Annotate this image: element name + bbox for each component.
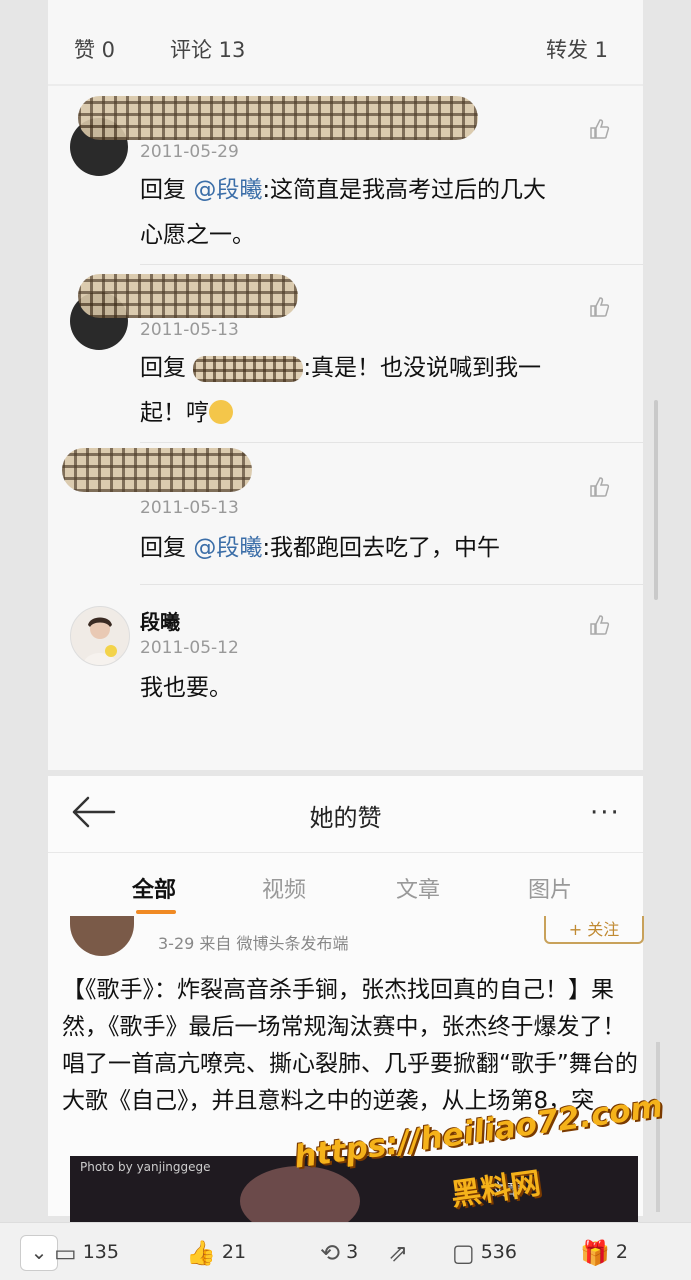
thumbs-up-icon: 👍: [186, 1239, 216, 1267]
image-credit: Photo by yanjinggege: [80, 1160, 211, 1174]
emoji-icon: [209, 400, 233, 424]
more-options-icon[interactable]: ···: [590, 798, 621, 828]
post-meta: 3-29 来自 微博头条发布端: [158, 934, 349, 953]
blurred-mention: [193, 355, 304, 382]
comment-action[interactable]: ▭ 135: [54, 1239, 119, 1267]
comment-date: 2011-05-29: [140, 142, 239, 162]
tab-bar: 全部 视频 文章 图片: [48, 852, 643, 916]
comment-icon: ▭: [54, 1239, 77, 1267]
blurred-username: [78, 274, 298, 318]
views-action[interactable]: ▢ 536: [452, 1239, 517, 1267]
tab-video[interactable]: 视频: [262, 872, 306, 904]
divider: [48, 84, 643, 86]
comment-text: 回复 @段曦:这简直是我高考过后的几大 心愿之一。: [140, 177, 547, 248]
views-icon: ▢: [452, 1239, 475, 1267]
mention-link[interactable]: @段曦: [193, 177, 262, 203]
like-action[interactable]: 👍 21: [186, 1239, 246, 1267]
comment-date: 2011-05-13: [140, 498, 239, 518]
repost-icon: ⟲: [320, 1239, 341, 1267]
chevron-down-icon[interactable]: ⌄: [20, 1235, 58, 1271]
gift-action[interactable]: 🎁 2: [580, 1239, 628, 1267]
divider: [140, 584, 643, 585]
avatar[interactable]: [70, 916, 134, 956]
bottom-action-bar: ⌄ ▭ 135 👍 21 ⟲ 3 ⇗ ▢ 536 🎁 2: [0, 1222, 691, 1280]
share-icon: ⇗: [388, 1239, 409, 1267]
navigation-bar: 她的赞 ···: [48, 776, 643, 853]
thumbs-up-icon[interactable]: [588, 118, 610, 140]
avatar[interactable]: [70, 606, 130, 666]
follow-button[interactable]: + 关注: [544, 916, 644, 944]
thumbs-up-icon[interactable]: [588, 476, 610, 498]
tab-images[interactable]: 图片: [528, 872, 572, 904]
screen: 赞 0 评论 13 转发 1 2011-05-29 回复 @段曦:这简直是我高考…: [0, 0, 691, 1280]
tab-all[interactable]: 全部: [132, 872, 176, 904]
weibo-comments-card: 赞 0 评论 13 转发 1 2011-05-29 回复 @段曦:这简直是我高考…: [48, 0, 643, 770]
divider: [140, 442, 643, 443]
thumbs-up-icon[interactable]: [588, 614, 610, 636]
divider: [140, 264, 643, 265]
comment-text: 回复 @段曦:我都跑回去吃了，中午: [140, 535, 501, 561]
page-title: 她的赞: [309, 804, 382, 832]
blurred-username: [78, 96, 478, 140]
post-stats-bar: 赞 0 评论 13 转发 1: [48, 22, 643, 70]
blurred-username: [62, 448, 252, 492]
gift-icon: 🎁: [580, 1239, 610, 1267]
active-tab-indicator: [136, 910, 176, 914]
comment-text: 我也要。: [140, 675, 232, 701]
reposts-count-tab[interactable]: 转发 1: [546, 34, 608, 64]
scrollbar[interactable]: [656, 1042, 660, 1212]
post-text: 【《歌手》：炸裂高音杀手锏，张杰找回真的自己！】果然，《歌手》最后一场常规淘汰赛…: [62, 977, 638, 1114]
comments-count-tab[interactable]: 评论 13: [170, 34, 245, 64]
likes-count-tab[interactable]: 赞 0: [74, 34, 115, 64]
repost-action[interactable]: ⟲ 3: [320, 1239, 358, 1267]
comment-date: 2011-05-13: [140, 320, 239, 340]
comment-date: 2011-05-12: [140, 638, 239, 658]
mention-link[interactable]: @段曦: [193, 535, 262, 561]
comment-text: 回复 :真是！也没说喊到我一 起！哼: [140, 355, 542, 426]
scrollbar[interactable]: [654, 400, 658, 600]
thumbs-up-icon[interactable]: [588, 296, 610, 318]
commenter-name[interactable]: 段曦: [140, 606, 180, 635]
tab-article[interactable]: 文章: [396, 872, 440, 904]
share-action[interactable]: ⇗: [388, 1239, 414, 1267]
